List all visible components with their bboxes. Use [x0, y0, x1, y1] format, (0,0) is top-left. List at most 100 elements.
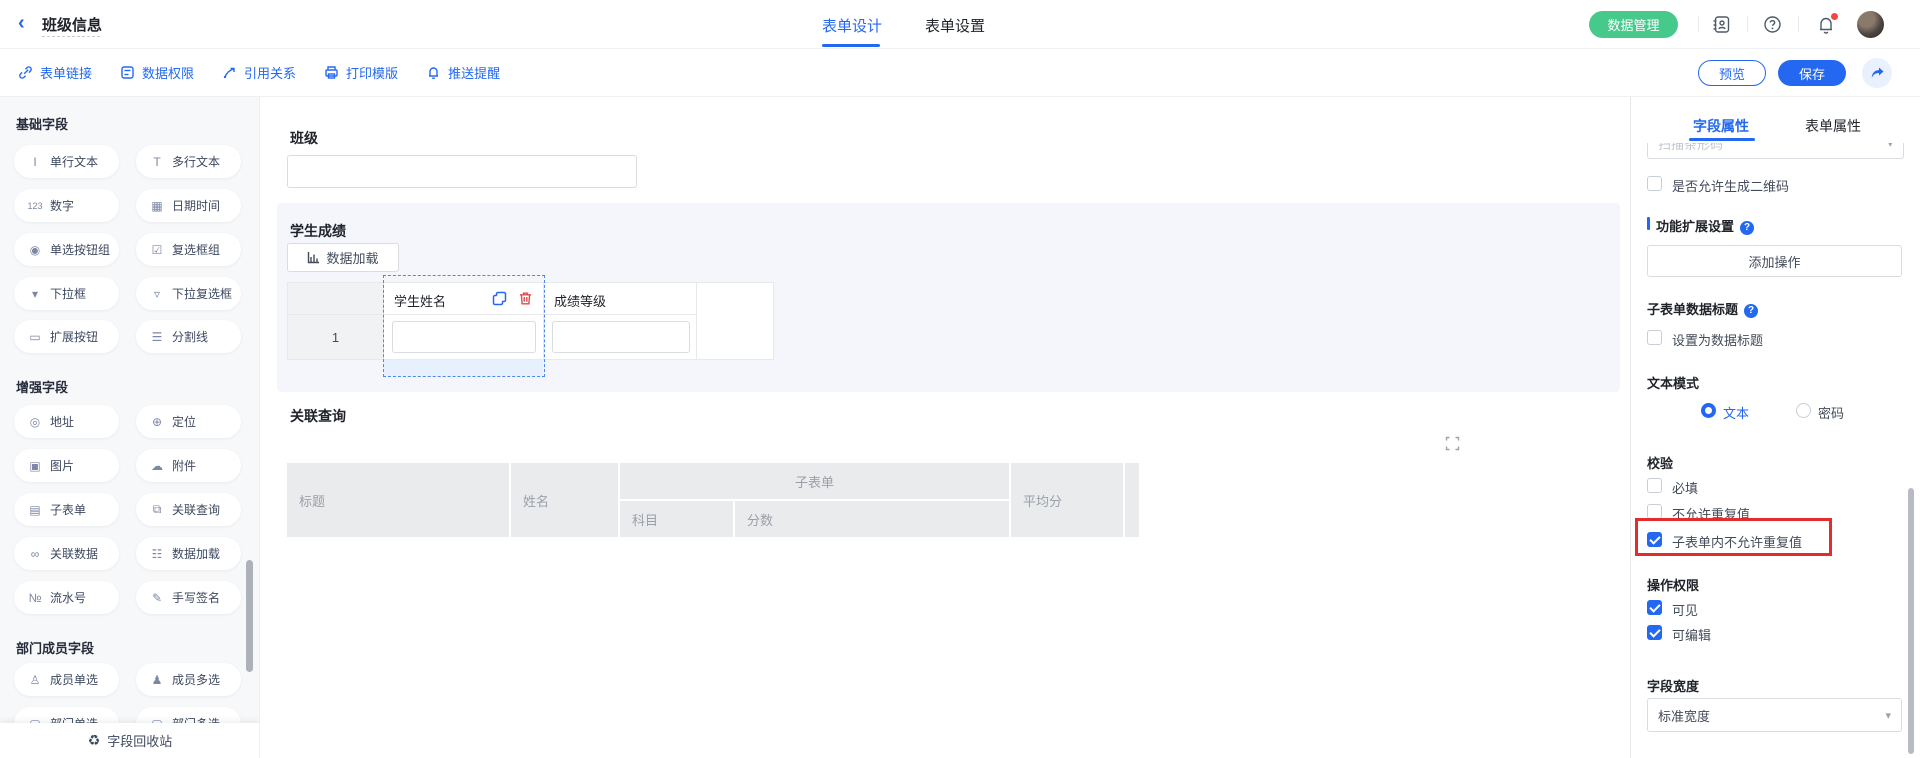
- delete-column-icon[interactable]: [518, 291, 533, 306]
- data-permission-item[interactable]: 数据权限: [120, 63, 194, 82]
- form-link-item[interactable]: 表单链接: [18, 63, 92, 82]
- lq-col-subject: 科目: [620, 501, 733, 537]
- radio-group-icon: ◉: [27, 243, 43, 257]
- permissions-title: 操作权限: [1647, 575, 1699, 594]
- field-item-location[interactable]: ⊕定位: [136, 405, 241, 438]
- subform-field-container[interactable]: 学生成绩 数据加载 学生姓名 成绩等级 1: [277, 203, 1620, 392]
- contacts-icon[interactable]: [1712, 15, 1731, 34]
- help-badge-icon[interactable]: ?: [1744, 304, 1758, 318]
- field-item-serial-number[interactable]: №流水号: [14, 581, 119, 614]
- preview-button[interactable]: 预览: [1698, 60, 1766, 86]
- divider-icon: ☰: [149, 330, 165, 344]
- chevron-down-icon: ▾: [1885, 709, 1891, 722]
- reference-relation-item[interactable]: 引用关系: [222, 63, 296, 82]
- field-item-member-multi[interactable]: ♟成员多选: [136, 663, 241, 696]
- subform-icon: ▤: [27, 503, 43, 517]
- select-icon: ▾: [27, 287, 43, 301]
- column-header-student-name[interactable]: 学生姓名: [383, 282, 544, 315]
- help-icon[interactable]: [1763, 15, 1782, 34]
- push-notice-item[interactable]: 推送提醒: [426, 63, 500, 82]
- required-label: 必填: [1672, 478, 1698, 497]
- signature-icon: ✎: [149, 591, 165, 605]
- panel-scrollbar[interactable]: [1908, 488, 1914, 754]
- field-item-single-line-text[interactable]: I单行文本: [14, 145, 119, 178]
- notification-bell-icon[interactable]: [1816, 14, 1836, 35]
- subform-no-duplicate-checkbox[interactable]: [1647, 532, 1662, 547]
- scan-mode-select[interactable]: 扫描条形码▾: [1647, 143, 1904, 159]
- text-mode-radio-password[interactable]: [1796, 403, 1811, 418]
- tab-form-design[interactable]: 表单设计: [822, 15, 882, 36]
- field-item-multi-select[interactable]: ▿下拉复选框: [136, 277, 241, 310]
- multi-select-icon: ▿: [149, 287, 165, 301]
- field-item-linked-query[interactable]: ⧉关联查询: [136, 493, 241, 526]
- text-mode-title: 文本模式: [1647, 373, 1699, 392]
- grade-level-input[interactable]: [552, 321, 690, 353]
- editable-checkbox[interactable]: [1647, 625, 1662, 640]
- top-header: ‹ 班级信息 表单设计 表单设置 数据管理: [0, 0, 1920, 49]
- qr-code-label: 是否允许生成二维码: [1672, 176, 1789, 195]
- print-template-item[interactable]: 打印模版: [324, 63, 398, 82]
- expand-icon[interactable]: [1445, 436, 1460, 451]
- text-mode-label-text[interactable]: 文本: [1723, 403, 1749, 422]
- copy-column-icon[interactable]: [492, 291, 507, 306]
- text-mode-label-password[interactable]: 密码: [1818, 403, 1844, 422]
- form-toolbar: 表单链接 数据权限 引用关系 打印模版 推送提醒 预览 保存: [0, 49, 1920, 97]
- chevron-down-icon: ▾: [1887, 143, 1893, 150]
- column-header-grade-level[interactable]: 成绩等级: [543, 282, 697, 315]
- field-item-address[interactable]: ◎地址: [14, 405, 119, 438]
- share-button[interactable]: [1862, 58, 1892, 88]
- field-item-attachment[interactable]: ☁附件: [136, 449, 241, 482]
- text-mode-radio-text[interactable]: [1701, 403, 1716, 418]
- extension-button-icon: ▭: [27, 330, 43, 344]
- field-width-select[interactable]: 标准宽度▾: [1647, 698, 1902, 732]
- tab-form-settings[interactable]: 表单设置: [925, 15, 985, 36]
- field-item-multi-line-text[interactable]: T多行文本: [136, 145, 241, 178]
- field-item-extension-button[interactable]: ▭扩展按钮: [14, 320, 119, 353]
- data-manage-button[interactable]: 数据管理: [1589, 11, 1678, 38]
- field-item-member-single[interactable]: ♙成员单选: [14, 663, 119, 696]
- datetime-icon: ▦: [149, 199, 165, 213]
- divider: [1798, 16, 1799, 32]
- back-icon[interactable]: ‹: [18, 13, 25, 33]
- help-badge-icon[interactable]: ?: [1740, 221, 1754, 235]
- field-item-checkbox-group[interactable]: ☑复选框组: [136, 233, 241, 266]
- divider: [1698, 16, 1699, 32]
- tab-form-properties[interactable]: 表单属性: [1805, 116, 1861, 136]
- save-button[interactable]: 保存: [1778, 60, 1846, 86]
- required-checkbox[interactable]: [1647, 478, 1662, 493]
- row-header-cell: [287, 282, 384, 315]
- field-item-radio-group[interactable]: ◉单选按钮组: [14, 233, 119, 266]
- field-item-data-load[interactable]: ☷数据加载: [136, 537, 241, 570]
- sidebar-scrollbar[interactable]: [246, 560, 253, 672]
- form-link-icon: [18, 65, 33, 80]
- attachment-icon: ☁: [149, 459, 165, 473]
- lq-col-subform-group: 子表单: [620, 463, 1009, 499]
- field-item-number[interactable]: 123数字: [14, 189, 119, 222]
- tab-field-properties[interactable]: 字段属性: [1693, 116, 1749, 136]
- grade-level-body-cell: [543, 314, 697, 360]
- no-duplicate-checkbox[interactable]: [1647, 504, 1662, 519]
- field-recycle-bin[interactable]: ♻ 字段回收站: [0, 723, 260, 758]
- student-name-input[interactable]: [392, 321, 536, 353]
- add-action-button[interactable]: 添加操作: [1647, 245, 1902, 277]
- field-item-image[interactable]: ▣图片: [14, 449, 119, 482]
- field-item-subform[interactable]: ▤子表单: [14, 493, 119, 526]
- visible-label: 可见: [1672, 600, 1698, 619]
- field-item-select[interactable]: ▾下拉框: [14, 277, 119, 310]
- student-name-body-cell: [383, 314, 544, 360]
- section-title-basic-fields: 基础字段: [16, 114, 68, 133]
- avatar[interactable]: [1857, 11, 1884, 38]
- notification-badge: [1831, 13, 1838, 20]
- field-item-signature[interactable]: ✎手写签名: [136, 581, 241, 614]
- field-item-linked-data[interactable]: ∞关联数据: [14, 537, 119, 570]
- location-icon: ⊕: [149, 415, 165, 429]
- field-item-divider[interactable]: ☰分割线: [136, 320, 241, 353]
- data-load-button[interactable]: 数据加载: [287, 243, 399, 272]
- qr-code-checkbox[interactable]: [1647, 176, 1662, 191]
- lq-col-spacer: [1125, 463, 1139, 537]
- class-field-input[interactable]: [287, 155, 637, 188]
- set-data-title-checkbox[interactable]: [1647, 330, 1662, 345]
- visible-checkbox[interactable]: [1647, 600, 1662, 615]
- field-item-datetime[interactable]: ▦日期时间: [136, 189, 241, 222]
- share-arrow-icon: [1870, 66, 1885, 80]
